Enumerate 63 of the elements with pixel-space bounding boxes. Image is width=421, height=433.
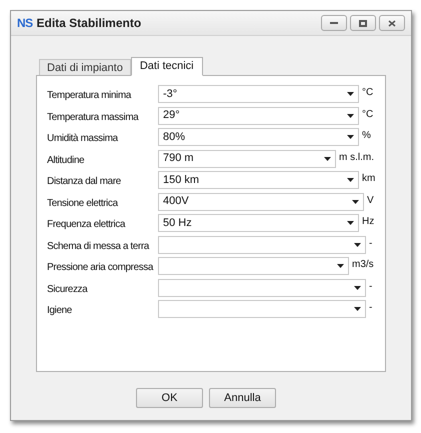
unit-label: °C	[362, 86, 374, 100]
combo-box[interactable]	[158, 300, 366, 318]
unit-label: -	[369, 280, 372, 294]
unit-label: V	[367, 194, 374, 208]
close-icon	[388, 20, 396, 26]
combo-box[interactable]	[158, 236, 366, 254]
dropdown-arrow-icon	[324, 156, 331, 160]
field-label: Sicurezza	[47, 282, 89, 296]
field-label: Umidità massima	[47, 132, 119, 146]
combo-value: 790 m	[163, 151, 194, 166]
combo-value: 50 Hz	[163, 216, 192, 231]
field-label: Temperatura massima	[47, 110, 140, 124]
window-title: Edita Stabilimento	[36, 15, 142, 32]
app-logo: NS	[17, 15, 32, 32]
combo-value: -3°	[163, 86, 178, 102]
dropdown-arrow-icon	[347, 114, 354, 118]
dropdown-arrow-icon	[354, 242, 361, 246]
field-label: Igiene	[47, 304, 73, 318]
minimize-icon	[330, 22, 338, 24]
combo-box[interactable]: 790 m	[158, 150, 336, 168]
unit-label: km	[362, 172, 376, 186]
combo-box[interactable]: 29°	[158, 106, 359, 124]
dialog-button[interactable]: Annulla	[209, 388, 276, 408]
field-label: Distanza dal mare	[47, 175, 122, 189]
dropdown-arrow-icon	[347, 178, 354, 182]
field-label: Temperatura minima	[47, 89, 132, 103]
maximize-button[interactable]	[350, 15, 376, 31]
maximize-icon	[359, 20, 367, 26]
combo-value: 80%	[163, 130, 186, 145]
combo-box[interactable]: 80%	[158, 128, 359, 146]
close-button[interactable]	[379, 15, 405, 31]
combo-box[interactable]: -3°	[158, 85, 359, 103]
combo-value: 400V	[163, 194, 189, 210]
combo-box[interactable]: 50 Hz	[158, 214, 359, 232]
unit-label: -	[369, 236, 372, 250]
combo-value: 29°	[163, 108, 180, 124]
field-label: Pressione aria compressa	[47, 261, 154, 275]
unit-label: -	[369, 301, 372, 315]
combo-box[interactable]	[158, 257, 349, 275]
combo-box[interactable]: 150 km	[158, 171, 359, 189]
dropdown-arrow-icon	[347, 221, 354, 225]
unit-label: m3/s	[352, 258, 374, 272]
combo-value: 150 km	[163, 172, 200, 188]
unit-label: °C	[362, 108, 374, 122]
dropdown-arrow-icon	[337, 264, 344, 268]
dropdown-arrow-icon	[347, 135, 354, 139]
tab[interactable]: Dati tecnici	[130, 57, 203, 76]
dropdown-arrow-icon	[354, 307, 361, 311]
dropdown-arrow-icon	[354, 286, 361, 290]
dropdown-arrow-icon	[352, 200, 359, 204]
field-label: Altitudine	[47, 154, 86, 168]
tab[interactable]: Dati di impianto	[39, 59, 131, 75]
field-label: Tensione elettrica	[47, 196, 119, 210]
field-label: Frequenza elettrica	[47, 218, 126, 232]
minimize-button[interactable]	[321, 15, 347, 31]
dropdown-arrow-icon	[347, 92, 354, 96]
dialog-button[interactable]: OK	[136, 388, 203, 408]
combo-box[interactable]	[158, 278, 366, 296]
unit-label: %	[362, 129, 371, 143]
combo-box[interactable]: 400V	[158, 192, 364, 210]
unit-label: Hz	[362, 215, 374, 229]
unit-label: m s.l.m.	[339, 150, 374, 164]
field-label: Schema di messa a terra	[47, 240, 150, 254]
